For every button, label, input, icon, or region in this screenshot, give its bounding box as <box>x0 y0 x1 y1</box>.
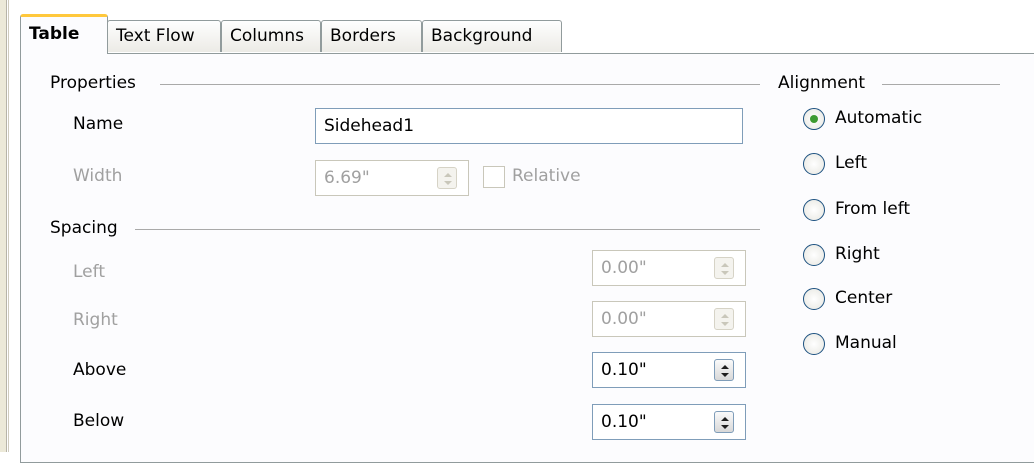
spacing-above-spin-button[interactable] <box>714 359 734 381</box>
relative-label: Relative <box>512 166 581 186</box>
radio-selected-dot <box>810 115 818 123</box>
alignment-section-title: Alignment <box>778 73 866 93</box>
width-spin-button[interactable] <box>437 167 457 189</box>
tab-text-flow[interactable]: Text Flow <box>107 20 221 52</box>
spin-arrows-icon <box>721 263 729 275</box>
tab-table[interactable]: Table <box>20 14 108 54</box>
spacing-rule <box>135 229 760 230</box>
radio-left-label: Left <box>835 153 867 173</box>
spin-arrows-icon <box>721 365 729 377</box>
spin-arrows-icon <box>721 417 729 429</box>
radio-left[interactable] <box>803 153 825 175</box>
spacing-below-label: Below <box>73 411 125 431</box>
spacing-below-spin-button[interactable] <box>714 411 734 433</box>
spacing-right-label: Right <box>73 310 118 330</box>
radio-center-label: Center <box>835 288 893 308</box>
spacing-above-label: Above <box>73 360 127 380</box>
properties-rule <box>160 84 760 85</box>
radio-right[interactable] <box>803 244 825 266</box>
width-label: Width <box>73 166 123 186</box>
radio-right-label: Right <box>835 244 880 264</box>
name-input[interactable]: Sidehead1 <box>315 108 743 144</box>
radio-center[interactable] <box>803 288 825 310</box>
spin-arrows-icon <box>721 314 729 326</box>
name-label: Name <box>73 114 124 134</box>
spacing-left-label: Left <box>73 262 105 282</box>
radio-manual[interactable] <box>803 333 825 355</box>
radio-manual-label: Manual <box>835 333 897 353</box>
radio-automatic-label: Automatic <box>835 108 923 128</box>
radio-automatic[interactable] <box>803 108 825 130</box>
tab-columns[interactable]: Columns <box>221 20 321 52</box>
spacing-left-spin-button[interactable] <box>714 257 734 279</box>
window-left-edge <box>0 0 7 452</box>
tab-background[interactable]: Background <box>422 20 562 52</box>
spacing-right-spin-button[interactable] <box>714 308 734 330</box>
radio-from-left-label: From left <box>835 199 911 219</box>
spacing-section-title: Spacing <box>50 218 118 238</box>
radio-from-left[interactable] <box>803 199 825 221</box>
properties-section-title: Properties <box>50 73 136 93</box>
relative-checkbox[interactable] <box>483 166 505 188</box>
spin-arrows-icon <box>444 173 452 185</box>
window-left-edge-line <box>8 0 9 452</box>
alignment-rule <box>882 84 1000 85</box>
tab-borders[interactable]: Borders <box>321 20 422 52</box>
